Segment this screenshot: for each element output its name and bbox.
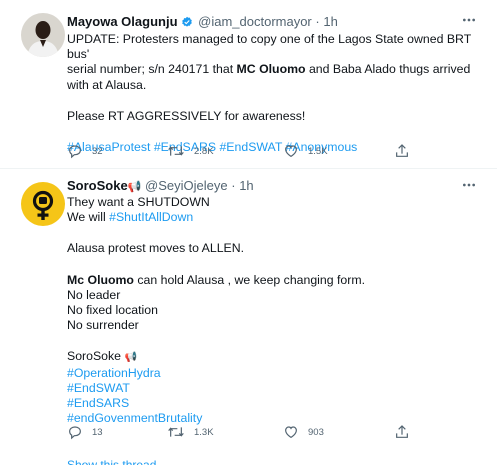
reply-icon: [69, 426, 81, 440]
bold-mention: Mc Oluomo: [67, 272, 134, 287]
like-count: 1.5K: [308, 145, 328, 157]
bold-mention: MC Oluomo: [236, 62, 306, 77]
reply-button[interactable]: 32: [67, 143, 103, 159]
hashtag-link[interactable]: #EndSWAT: [67, 381, 130, 395]
text-line: No surrender: [67, 318, 139, 333]
text-line: with at Alausa.: [67, 77, 147, 92]
tweet-text: UPDATE: Protesters managed to copy one o…: [67, 32, 477, 155]
like-button[interactable]: 1.5K: [283, 143, 328, 159]
more-options-icon[interactable]: [461, 12, 477, 31]
tweet-header: SoroSoke📢 @SeyiOjeleye · 1h: [67, 178, 254, 193]
text-line: No fixed location: [67, 303, 158, 318]
tweet-actions: 32 2.8K 1.5K: [67, 143, 417, 163]
handle[interactable]: @SeyiOjeleye: [145, 178, 228, 193]
tweet-actions: 13 1.3K 903: [67, 424, 417, 444]
like-count: 903: [308, 426, 324, 438]
text-line: No leader: [67, 287, 121, 302]
like-button[interactable]: 903: [283, 424, 324, 440]
tweet[interactable]: SoroSoke📢 @SeyiOjeleye · 1h They want a …: [0, 168, 497, 465]
text-segment: can hold Alausa , we keep changing form.: [133, 272, 366, 287]
text-line: They want a SHUTDOWN: [67, 195, 210, 209]
text-line: SoroSoke: [67, 349, 122, 364]
handle[interactable]: @iam_doctormayor: [198, 14, 312, 29]
tweet[interactable]: Mayowa Olagunju @iam_doctormayor · 1h UP…: [0, 0, 497, 168]
retweet-button[interactable]: 2.8K: [167, 143, 214, 159]
heart-icon: [285, 426, 297, 439]
show-thread-link[interactable]: Show this thread: [67, 458, 156, 465]
timestamp[interactable]: 1h: [323, 14, 337, 29]
hashtag-link[interactable]: #EndSARS: [67, 396, 129, 410]
text-line: UPDATE: Protesters managed to copy one o…: [67, 32, 471, 62]
reply-icon: [69, 145, 81, 159]
timestamp[interactable]: 1h: [239, 178, 253, 193]
reply-count: 32: [92, 145, 103, 157]
text-segment: and Baba Alado thugs arrived: [305, 62, 471, 77]
share-icon: [396, 144, 408, 157]
megaphone-emoji: 📢: [127, 181, 142, 193]
reply-button[interactable]: 13: [67, 424, 103, 440]
more-options-icon[interactable]: [461, 177, 477, 196]
megaphone-emoji: 📢: [124, 352, 137, 364]
retweet-icon: [168, 146, 184, 156]
verified-badge-icon: [181, 16, 193, 32]
text-line: Alausa protest moves to ALLEN.: [67, 241, 245, 256]
heart-icon: [285, 145, 297, 158]
display-name[interactable]: Mayowa Olagunju: [67, 14, 178, 29]
share-button[interactable]: [394, 143, 410, 159]
retweet-button[interactable]: 1.3K: [167, 424, 214, 440]
hashtag-link[interactable]: #OperationHydra: [67, 366, 161, 380]
text-segment: We will: [67, 210, 110, 225]
reply-count: 13: [92, 426, 103, 438]
avatar[interactable]: [21, 13, 65, 57]
tweet-header: Mayowa Olagunju @iam_doctormayor · 1h: [67, 14, 477, 32]
share-icon: [396, 425, 408, 438]
retweet-icon: [168, 427, 184, 437]
share-button[interactable]: [394, 424, 410, 440]
text-segment: serial number; s/n 240171 that: [67, 62, 237, 77]
avatar[interactable]: [21, 182, 65, 226]
text-line: Please RT AGGRESSIVELY for awareness!: [67, 108, 306, 123]
hashtag-link[interactable]: #ShutItAllDown: [109, 210, 193, 224]
retweet-count: 2.8K: [194, 145, 214, 157]
retweet-count: 1.3K: [194, 426, 214, 438]
tweet-text: They want a SHUTDOWN We will #ShutItAllD…: [67, 195, 477, 426]
display-name[interactable]: SoroSoke: [67, 178, 128, 193]
